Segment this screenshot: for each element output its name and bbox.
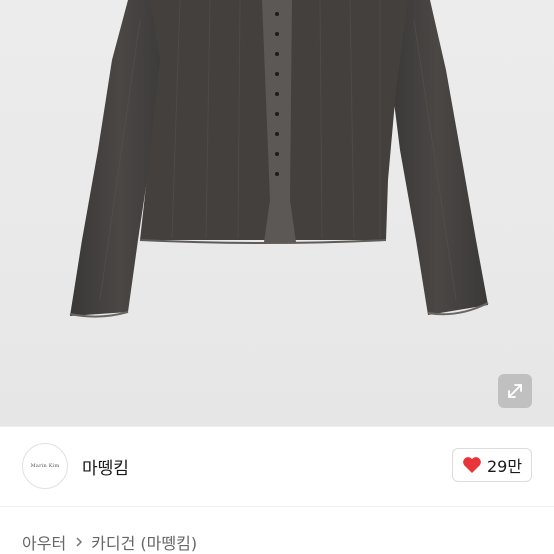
seller-row: Marin Kim 마뗑킴 29만 <box>0 427 554 507</box>
breadcrumb: 아우터 카디건 (마뗑킴) <box>22 530 197 554</box>
breadcrumb-item-cardigan[interactable]: 카디건 (마뗑킴) <box>91 530 197 554</box>
avatar-logo-text: Marin Kim <box>30 463 60 469</box>
heart-icon <box>463 457 481 473</box>
expand-arrows-icon <box>508 384 522 398</box>
expand-image-button[interactable] <box>498 374 532 408</box>
chevron-right-icon <box>75 536 83 548</box>
cardigan-photo <box>69 0 489 318</box>
breadcrumb-item-outer[interactable]: 아우터 <box>22 530 66 554</box>
like-count: 29만 <box>486 457 523 476</box>
shop-avatar[interactable]: Marin Kim <box>22 443 68 489</box>
product-image[interactable] <box>0 0 554 426</box>
like-button[interactable]: 29만 <box>452 448 532 482</box>
shop-name[interactable]: 마뗑킴 <box>82 454 129 479</box>
